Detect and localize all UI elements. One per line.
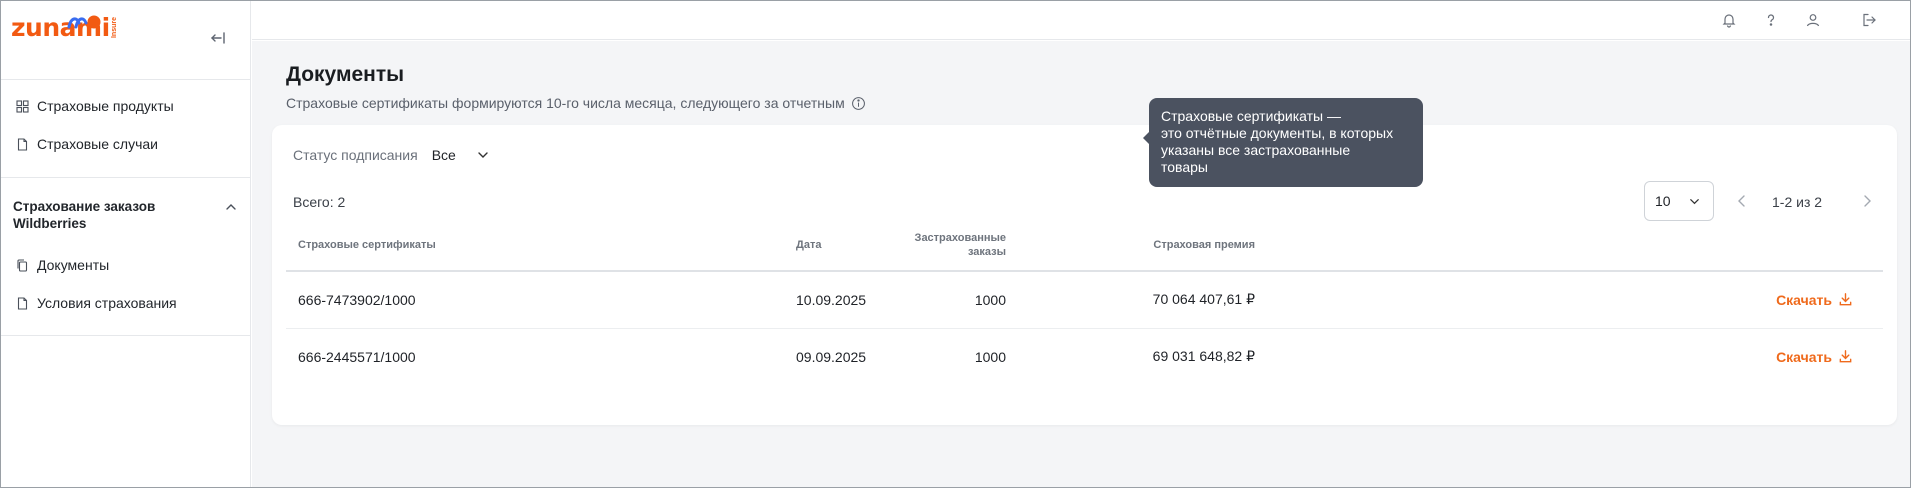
sidebar-item-label: Документы	[37, 257, 110, 273]
sidebar-divider	[1, 79, 251, 80]
sidebar-item-documents[interactable]: Документы	[16, 257, 109, 273]
info-icon[interactable]	[851, 96, 866, 111]
logo: zunami Insure	[11, 15, 118, 40]
signing-status-filter: Статус подписания Все	[293, 147, 490, 163]
sidebar-divider	[1, 335, 251, 336]
grid-icon	[16, 99, 29, 113]
sidebar-section-wildberries[interactable]: Страхование заказов Wildberries	[13, 198, 238, 232]
collapse-sidebar-icon[interactable]	[209, 29, 227, 47]
sidebar-item-label: Страховые продукты	[37, 98, 174, 114]
user-icon[interactable]	[1805, 12, 1821, 28]
logo-mark-icon	[67, 15, 101, 29]
filter-value: Все	[431, 147, 456, 163]
file-icon	[17, 296, 28, 310]
file-icon	[17, 137, 28, 151]
main-content: Документы Страховые сертификаты формирую…	[252, 41, 1910, 487]
header-premium: Страховая премия	[1018, 219, 1267, 272]
header-insured-orders: Застрахованные заказы	[884, 219, 1018, 272]
download-icon	[1839, 293, 1852, 306]
cell-premium: 69 031 648,82 ₽	[1152, 348, 1255, 365]
logout-icon[interactable]	[1861, 12, 1877, 28]
tooltip-line: это отчётные документы, в которых	[1161, 125, 1394, 141]
cell-actions: Скачать	[1267, 328, 1883, 385]
help-icon[interactable]	[1763, 12, 1779, 28]
copy-icon	[17, 258, 28, 272]
subtitle-text: Страховые сертификаты формируются 10-го …	[286, 95, 845, 111]
tooltip-line: указаны все застрахованные	[1161, 142, 1351, 158]
table-row: 666-7473902/1000 10.09.2025 1000 70 064 …	[286, 271, 1883, 329]
total-count: Всего: 2	[293, 194, 346, 210]
download-label: Скачать	[1776, 348, 1832, 365]
prev-page-icon[interactable]	[1734, 193, 1750, 209]
chevron-up-icon[interactable]	[224, 200, 238, 214]
page-subtitle: Страховые сертификаты формируются 10-го …	[286, 95, 866, 111]
cell-orders: 1000	[884, 271, 1018, 329]
cell-certificate: 666-7473902/1000	[286, 271, 784, 329]
per-page-select[interactable]: 10	[1644, 181, 1714, 221]
sidebar-item-insurance-cases[interactable]: Страховые случаи	[16, 136, 158, 152]
sidebar-item-insurance-products[interactable]: Страховые продукты	[16, 98, 174, 114]
per-page-value: 10	[1655, 193, 1671, 209]
download-label: Скачать	[1776, 291, 1832, 308]
top-bar	[252, 1, 1910, 40]
download-button[interactable]: Скачать	[1776, 349, 1853, 365]
table-header-row: Страховые сертификаты Дата Застрахованны…	[286, 219, 1883, 272]
next-page-icon[interactable]	[1859, 193, 1875, 209]
cell-date: 09.09.2025	[796, 348, 867, 365]
header-actions	[1267, 219, 1883, 272]
header-date: Дата	[784, 219, 884, 272]
table-row: 666-2445571/1000 09.09.2025 1000 69 031 …	[286, 328, 1883, 385]
pagination-info: 1-2 из 2	[1772, 194, 1823, 210]
header-certificates: Страховые сертификаты	[286, 219, 784, 272]
cell-premium: 70 064 407,61 ₽	[1018, 271, 1267, 329]
sidebar-item-label: Страховые случаи	[37, 136, 158, 152]
signing-status-select[interactable]: Все	[432, 147, 490, 163]
app-window: zunami Insure Страховые продукты Страхов…	[0, 0, 1911, 488]
download-button[interactable]: Скачать	[1776, 292, 1853, 308]
download-icon	[1839, 350, 1852, 363]
bell-icon[interactable]	[1721, 12, 1737, 28]
documents-table: Страховые сертификаты Дата Застрахованны…	[286, 219, 1883, 385]
sidebar: zunami Insure Страховые продукты Страхов…	[1, 1, 251, 487]
sidebar-item-insurance-terms[interactable]: Условия страхования	[16, 295, 177, 311]
cell-date: 10.09.2025	[784, 271, 884, 329]
sidebar-divider	[1, 177, 251, 178]
chevron-down-icon	[1690, 198, 1699, 204]
cell-actions: Скачать	[1267, 271, 1883, 329]
chevron-down-icon	[478, 152, 488, 158]
tooltip-line: товары	[1161, 159, 1208, 175]
documents-card: Статус подписания Все Всего: 2 10 1-2 из…	[272, 125, 1897, 425]
filter-label: Статус подписания	[293, 147, 418, 163]
info-tooltip: Страховые сертификаты — это отчётные док…	[1143, 98, 1423, 187]
cell-orders: 1000	[974, 348, 1006, 365]
page-title: Документы	[286, 63, 405, 86]
tooltip-line: Страховые сертификаты —	[1161, 108, 1342, 124]
sidebar-item-label: Условия страхования	[37, 295, 177, 311]
sidebar-section-title: Страхование заказов Wildberries	[13, 199, 156, 231]
cell-certificate: 666-2445571/1000	[298, 348, 416, 365]
logo-subtext: Insure	[110, 16, 118, 38]
